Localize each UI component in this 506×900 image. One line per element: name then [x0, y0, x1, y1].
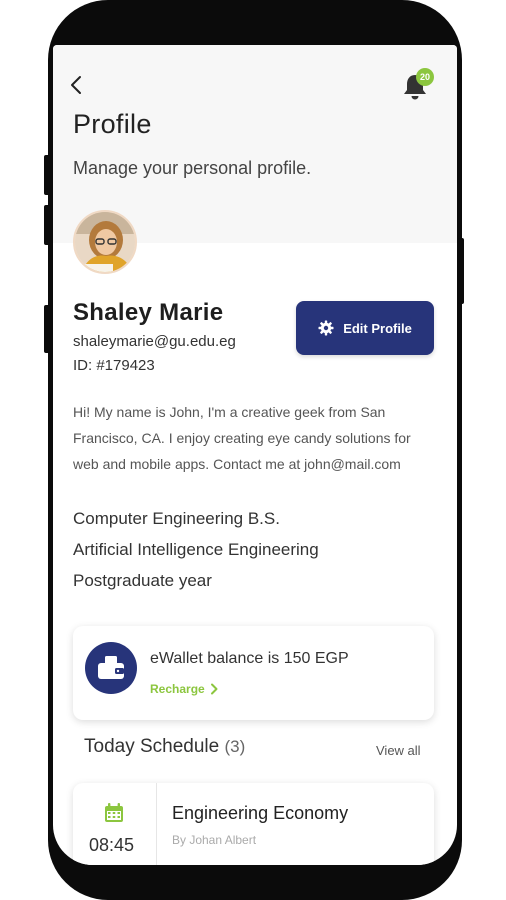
recharge-label: Recharge [150, 682, 205, 696]
wallet-icon [85, 642, 137, 694]
schedule-count: (3) [224, 737, 246, 756]
page-title: Profile [73, 109, 152, 139]
calendar-icon [105, 803, 123, 822]
chevron-right-icon [210, 683, 218, 695]
education-item: Artificial Intelligence Engineering [73, 540, 319, 559]
user-id: ID: #179423 [73, 357, 155, 374]
avatar [73, 210, 137, 274]
edit-profile-label: Edit Profile [343, 320, 412, 336]
notification-badge: 20 [416, 68, 434, 86]
course-name: Engineering Economy [172, 803, 349, 823]
user-email: shaleymarie@gu.edu.eg [73, 333, 236, 350]
recharge-link[interactable]: Recharge [150, 682, 218, 696]
view-all-link[interactable]: View all [376, 743, 421, 758]
volume-down-button [44, 205, 50, 245]
back-arrow-icon[interactable] [67, 73, 87, 97]
user-name: Shaley Marie [73, 299, 224, 326]
volume-up-button [44, 155, 50, 195]
schedule-item[interactable]: 08:45 Engineering Economy By Johan Alber… [73, 783, 434, 865]
education-item: Computer Engineering B.S. [73, 509, 280, 528]
edit-profile-button[interactable]: Edit Profile [296, 301, 434, 355]
gear-icon [318, 320, 334, 336]
wallet-card: eWallet balance is 150 EGP Recharge [73, 626, 434, 720]
wallet-balance: eWallet balance is 150 EGP [150, 650, 349, 667]
user-bio: Hi! My name is John, I'm a creative geek… [73, 404, 411, 472]
app-screen: 20 Profile Manage your personal profile.… [53, 45, 457, 865]
course-teacher: By Johan Albert [172, 833, 257, 847]
power-button [458, 238, 464, 304]
education-item: Postgraduate year [73, 571, 212, 590]
schedule-title: Today Schedule [84, 736, 220, 757]
page: 20 Profile Manage your personal profile.… [0, 0, 506, 900]
page-subtitle: Manage your personal profile. [73, 158, 312, 178]
side-button [44, 305, 50, 353]
schedule-heading: Today Schedule (3) [84, 736, 245, 758]
schedule-time: 08:45 [89, 835, 135, 855]
avatar-photo [75, 212, 135, 272]
divider [156, 783, 157, 865]
